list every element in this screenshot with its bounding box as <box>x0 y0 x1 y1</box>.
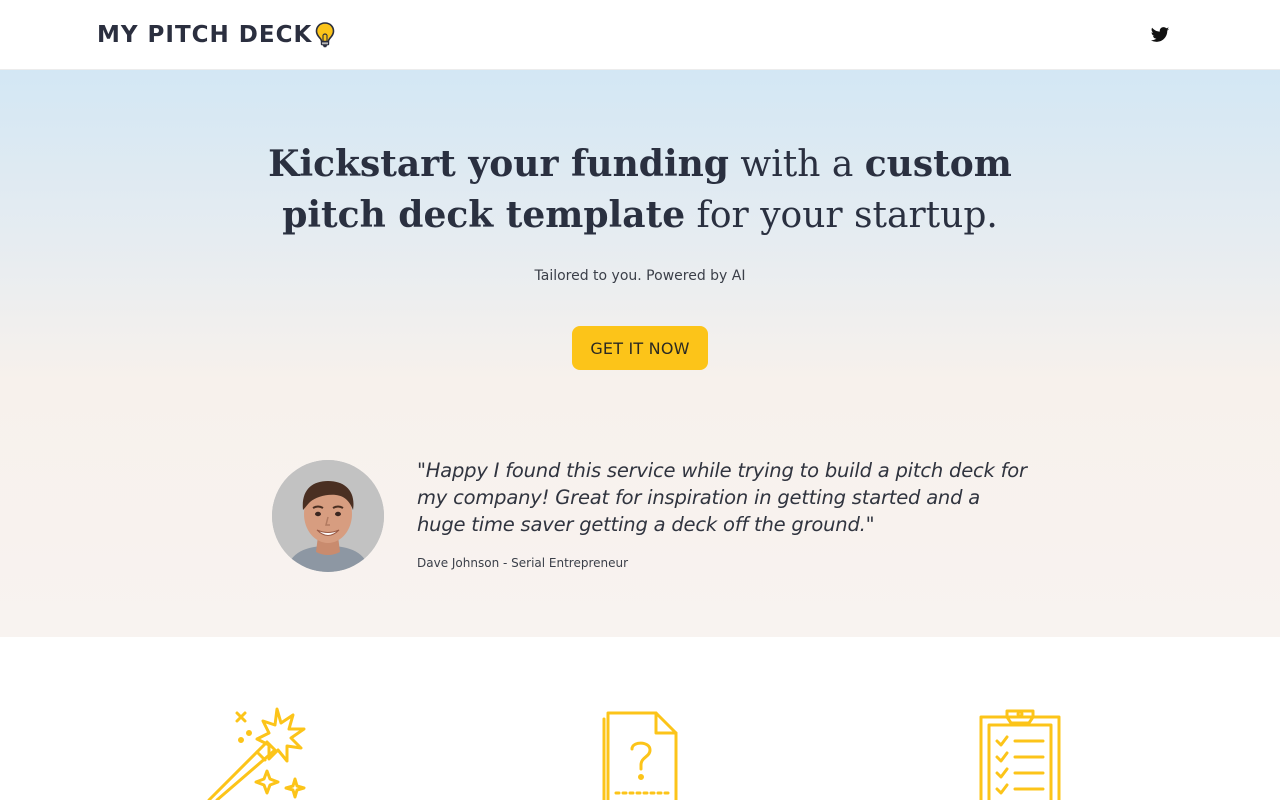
headline-bold-1: Kickstart your funding <box>268 143 729 185</box>
lightbulb-icon <box>315 22 335 48</box>
hero-headline: Kickstart your funding with a custom pit… <box>240 139 1040 241</box>
features-section <box>0 637 1280 800</box>
navbar: MY PITCH DECK <box>0 0 1280 70</box>
headline-text-2: for your startup. <box>685 195 998 236</box>
question-document-icon <box>602 711 678 800</box>
brand-logo[interactable]: MY PITCH DECK <box>97 20 337 50</box>
get-it-now-button[interactable]: GET IT NOW <box>572 326 708 370</box>
hero-subtitle: Tailored to you. Powered by AI <box>534 268 746 284</box>
person-photo-icon <box>272 460 384 572</box>
testimonial-quote: "Happy I found this service while trying… <box>417 459 1027 536</box>
hero-section: Kickstart your funding with a custom pit… <box>0 70 1280 637</box>
brand-name: MY PITCH DECK <box>97 22 313 48</box>
testimonial-avatar <box>272 460 384 572</box>
twitter-link[interactable] <box>1150 25 1170 45</box>
headline-text-1: with a <box>728 144 865 185</box>
clipboard-checklist-icon <box>979 709 1061 800</box>
twitter-icon <box>1150 27 1170 42</box>
magic-wand-icon <box>207 707 306 800</box>
testimonial-author: Dave Johnson - Serial Entrepreneur <box>417 556 629 570</box>
